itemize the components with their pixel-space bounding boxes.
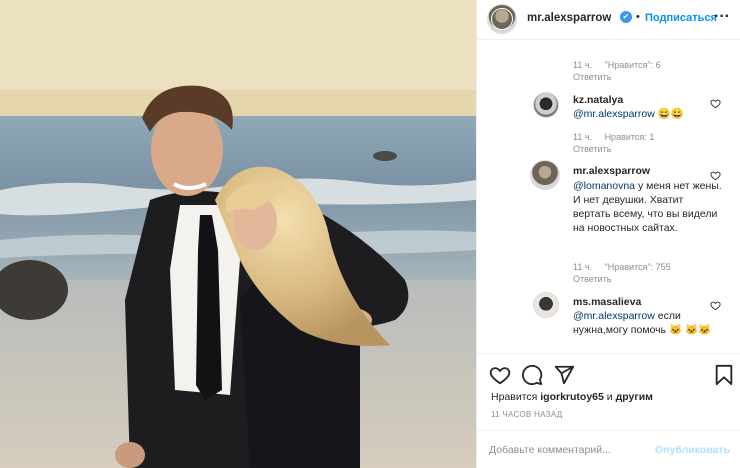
comment-text: @mr.alexsparrow 😀😀 xyxy=(573,107,723,121)
comment-time-value: 11 ч. xyxy=(573,132,593,142)
like-comment-heart-icon[interactable] xyxy=(710,98,721,109)
verified-badge-icon: ✔ xyxy=(620,11,632,23)
separator-dot: • xyxy=(636,11,640,23)
more-options-icon[interactable]: ··· xyxy=(714,8,730,26)
post-photo[interactable] xyxy=(0,0,476,468)
comment-username[interactable]: mr.alexsparrow xyxy=(573,165,650,177)
comment-time-value: 11 ч. xyxy=(573,60,593,70)
comment-likes-count[interactable]: "Нравится": 755 xyxy=(605,262,671,272)
comment-time-value: 11 ч. xyxy=(573,262,593,272)
post-sidebar: mr.alexsparrow ✔ • Подписаться ··· 11 ч.… xyxy=(476,0,740,468)
publish-button[interactable]: Опубликовать xyxy=(655,444,730,456)
reply-button[interactable]: Ответить xyxy=(573,144,611,154)
comment-username[interactable]: kz.natalya xyxy=(573,94,623,106)
likes-username-link[interactable]: igorkrutoy65 xyxy=(540,391,604,403)
comment-text: @lomanovna у меня нет жены. И нет девушк… xyxy=(573,179,723,235)
comment-time: 11 ч. "Нравится": 6 xyxy=(573,60,661,70)
avatar[interactable] xyxy=(533,92,559,118)
comment-input[interactable] xyxy=(489,441,649,459)
comment-time: 11 ч. Нравится: 1 xyxy=(573,132,654,142)
avatar[interactable] xyxy=(530,160,560,190)
like-comment-heart-icon[interactable] xyxy=(710,170,721,181)
comments-list[interactable]: 11 ч. "Нравится": 6 Ответить kz.natalya … xyxy=(477,41,740,353)
share-icon[interactable] xyxy=(553,364,575,386)
post-timestamp[interactable]: 11 ЧАСОВ НАЗАД xyxy=(491,410,562,419)
likes-prefix: Нравится xyxy=(491,391,541,403)
likes-summary: Нравится igorkrutoy65 и другим xyxy=(491,391,653,403)
likes-conjunction: и xyxy=(603,391,616,403)
add-comment-bar: Опубликовать xyxy=(477,430,740,468)
comment-time: 11 ч. "Нравится": 755 xyxy=(573,262,671,272)
comment-text: @mr.alexsparrow если нужна,могу помочь 🐱… xyxy=(573,309,723,337)
photo-couple-beach xyxy=(0,0,476,468)
bookmark-icon[interactable] xyxy=(713,364,735,386)
comment-likes-count[interactable]: Нравится: 1 xyxy=(605,132,655,142)
post-header: mr.alexsparrow ✔ • Подписаться ··· xyxy=(477,0,740,40)
comment-username[interactable]: ms.masalieva xyxy=(573,296,641,308)
heart-icon[interactable] xyxy=(489,364,511,386)
comment-likes-count[interactable]: "Нравится": 6 xyxy=(605,60,661,70)
comment-icon[interactable] xyxy=(521,364,543,386)
comment-mention[interactable]: @mr.alexsparrow xyxy=(573,310,655,322)
author-username[interactable]: mr.alexsparrow xyxy=(527,12,611,24)
likes-others-link[interactable]: другим xyxy=(616,391,653,403)
like-comment-heart-icon[interactable] xyxy=(710,300,721,311)
avatar[interactable] xyxy=(487,4,517,34)
reply-button[interactable]: Ответить xyxy=(573,274,611,284)
avatar[interactable] xyxy=(533,292,559,318)
comment-mention[interactable]: @lomanovna xyxy=(573,180,635,192)
reply-button[interactable]: Ответить xyxy=(573,72,611,82)
comment-body: 😀😀 xyxy=(657,108,684,120)
post-actions: Нравится igorkrutoy65 и другим 11 ЧАСОВ … xyxy=(477,353,740,430)
comment-mention[interactable]: @mr.alexsparrow xyxy=(573,108,655,120)
follow-button[interactable]: Подписаться xyxy=(645,12,717,24)
